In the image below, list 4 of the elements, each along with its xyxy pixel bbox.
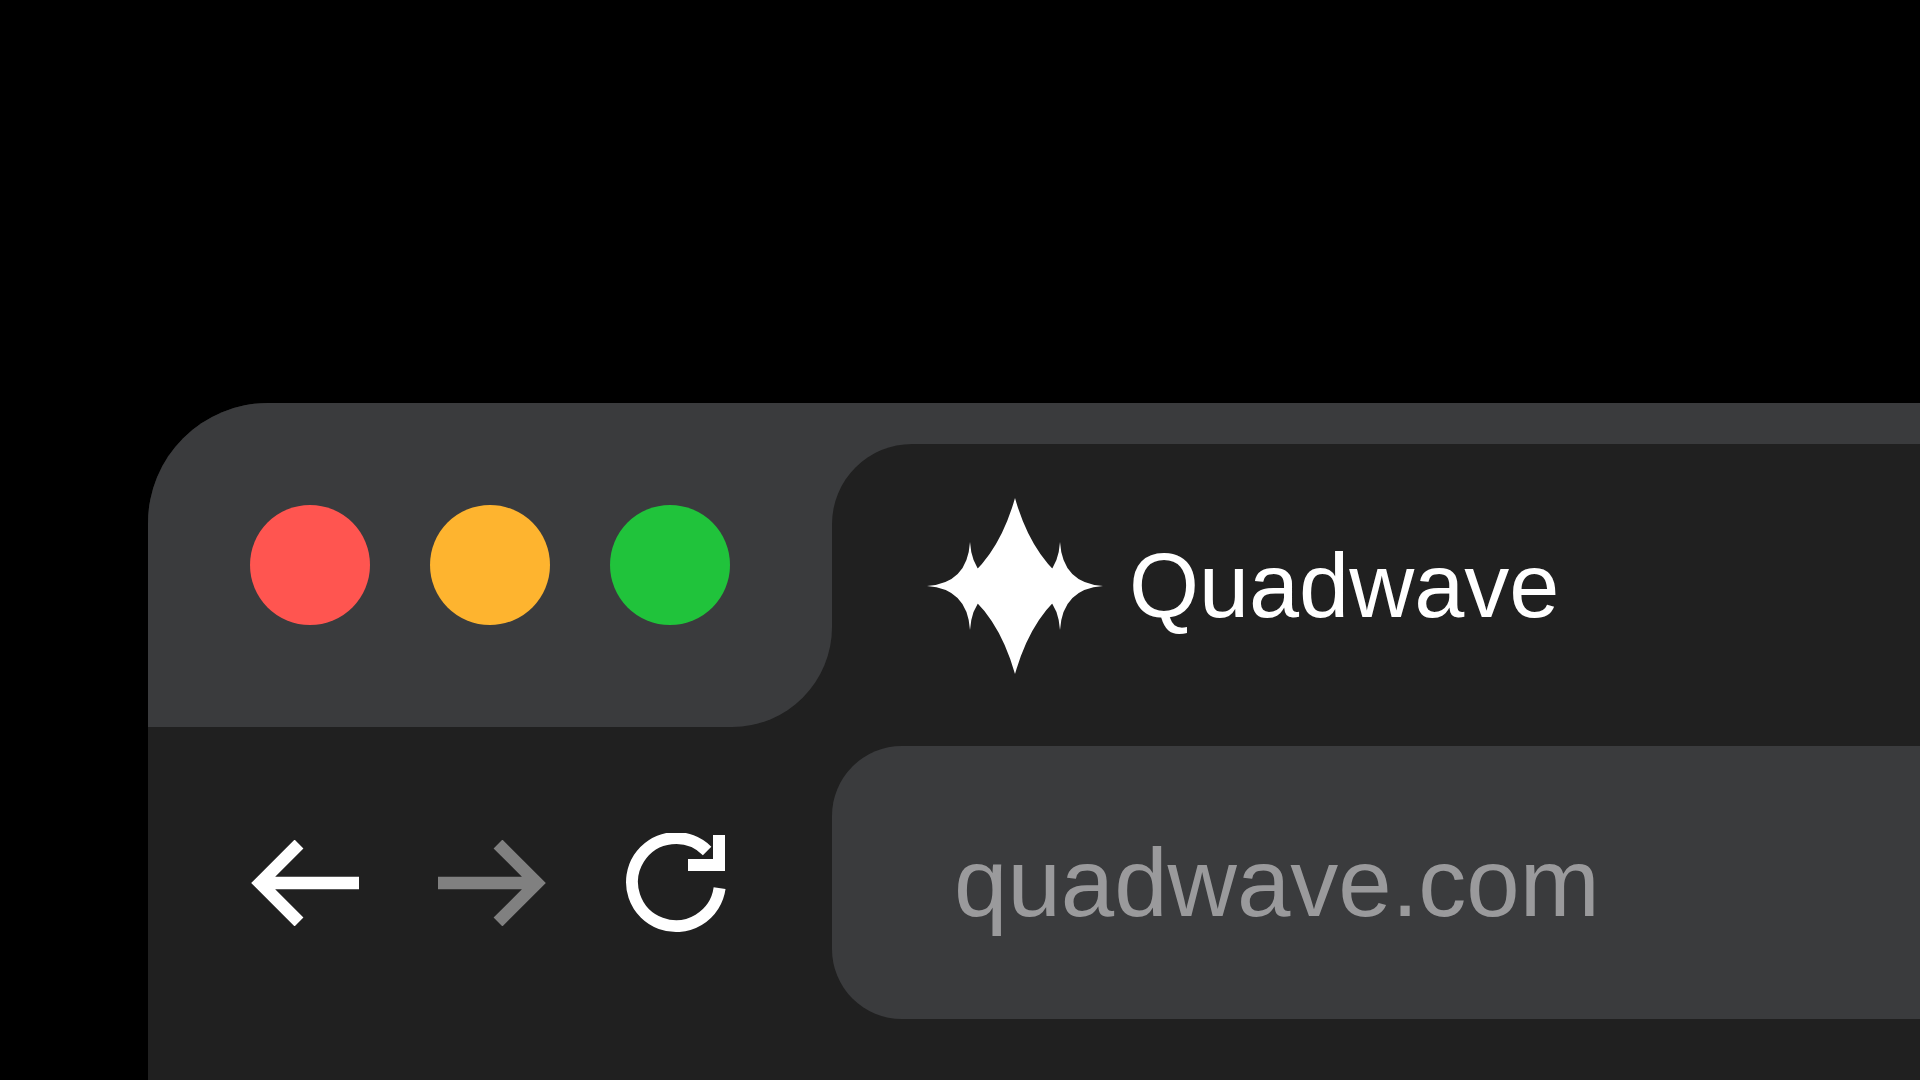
address-field[interactable]: quadwave.com [832,746,1920,1019]
reload-icon[interactable] [626,832,726,933]
browser-tab[interactable]: Quadwave [832,444,1920,727]
left-arrow-icon[interactable] [250,839,359,926]
